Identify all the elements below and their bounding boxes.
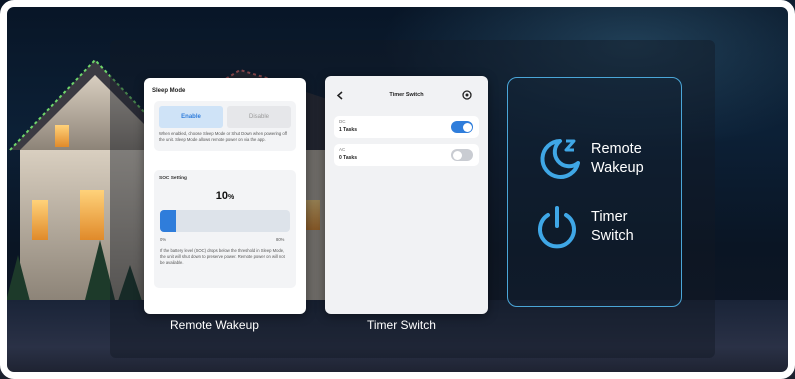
disable-button[interactable]: Disable: [227, 106, 291, 128]
toggle-knob: [452, 150, 462, 160]
timer-row-dc[interactable]: DC 1 Tasks: [334, 116, 479, 138]
settings-icon[interactable]: [462, 90, 472, 100]
background-scene: Sleep Mode Enable Disable When enabled, …: [0, 0, 795, 379]
feature-remote-wakeup-line1: Remote: [591, 141, 642, 157]
enable-button[interactable]: Enable: [159, 106, 223, 128]
timer-switch-screen: Timer Switch DC 1 Tasks AC 0 Tasks: [325, 76, 488, 314]
timer-row-tasks: 1 Tasks: [339, 127, 357, 133]
feature-list: Remote Wakeup Timer Switch: [507, 77, 682, 307]
feature-timer-switch-line1: Timer: [591, 209, 628, 225]
soc-setting-title: SOC Setting: [159, 176, 187, 181]
soc-slider-fill: [160, 210, 177, 232]
soc-unit: %: [228, 194, 235, 201]
soc-value: 10: [215, 190, 228, 202]
toggle-knob: [462, 122, 472, 132]
soc-setting-card: SOC Setting 10% 0% 80% If the battery le…: [154, 170, 296, 288]
slider-min-label: 0%: [160, 237, 167, 242]
soc-warning-text: If the battery level (SOC) drops below t…: [160, 248, 285, 265]
sleep-mode-card: Enable Disable When enabled, choose Slee…: [154, 101, 296, 151]
soc-slider[interactable]: [160, 210, 290, 232]
moon-sleep-icon: [540, 139, 580, 179]
caption-remote-wakeup: Remote Wakeup: [170, 318, 259, 332]
timer-row-name: AC: [339, 147, 346, 152]
feature-remote-wakeup-line2: Wakeup: [591, 160, 644, 176]
slider-max-label: 80%: [276, 237, 285, 242]
timer-row-name: DC: [339, 119, 346, 124]
sleep-mode-screen: Sleep Mode Enable Disable When enabled, …: [144, 78, 306, 314]
timer-row-ac[interactable]: AC 0 Tasks: [334, 144, 479, 166]
caption-timer-switch: Timer Switch: [367, 318, 436, 332]
timer-row-tasks: 0 Tasks: [339, 155, 357, 161]
feature-remote-wakeup: Remote Wakeup: [591, 140, 644, 178]
feature-timer-switch-line2: Switch: [591, 228, 634, 244]
sleep-mode-title: Sleep Mode: [152, 88, 186, 94]
sleep-mode-description: When enabled, choose Sleep Mode or Shut …: [159, 131, 287, 142]
feature-timer-switch: Timer Switch: [591, 208, 634, 246]
toggle-switch-ac[interactable]: [451, 149, 473, 161]
power-icon: [538, 206, 576, 249]
soc-value-display: 10%: [154, 186, 296, 204]
toggle-switch-dc[interactable]: [451, 121, 473, 133]
